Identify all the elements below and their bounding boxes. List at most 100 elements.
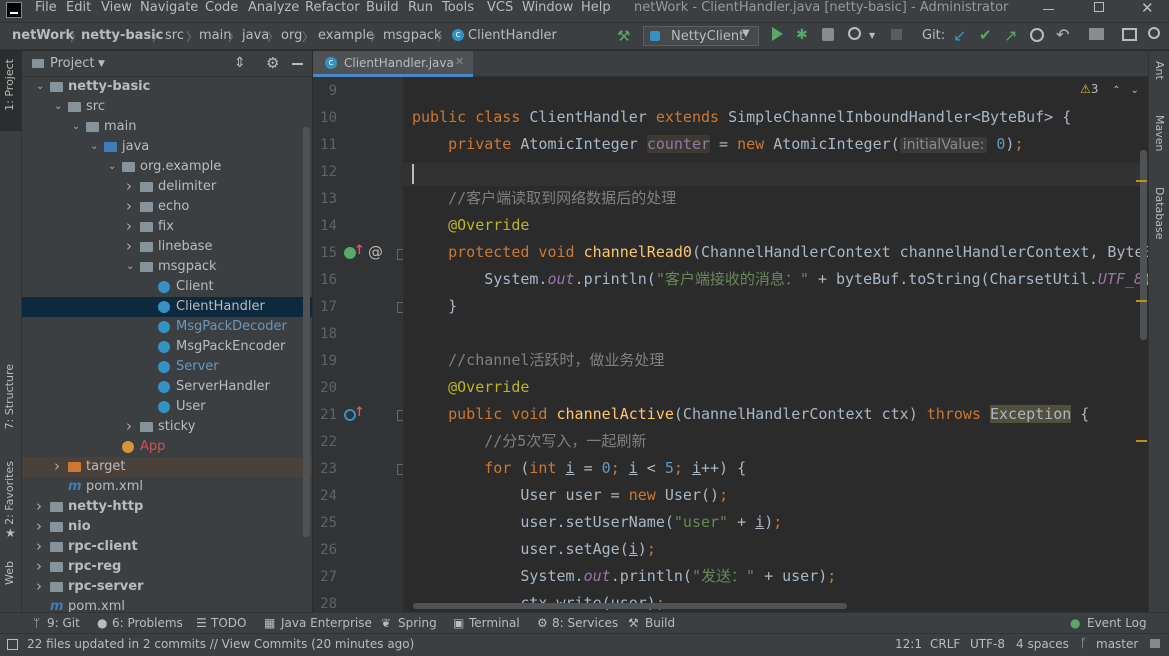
tree-item[interactable]: ⌄ msgpack <box>22 257 312 277</box>
history-icon[interactable] <box>1030 28 1044 42</box>
tree-item[interactable]: ⌄ netty-basic <box>22 77 312 97</box>
menu-run[interactable]: Run <box>408 0 433 16</box>
breadcrumb-project[interactable]: netWork <box>12 28 74 43</box>
chevron-down-icon[interactable]: ⌄ <box>90 137 98 157</box>
tree-item[interactable]: › rpc-server <box>22 577 312 597</box>
menu-window[interactable]: Window <box>522 0 573 16</box>
chevron-right-icon[interactable]: › <box>126 176 132 196</box>
structure-tool-label[interactable]: 7: Structure <box>3 364 16 429</box>
file-encoding[interactable]: UTF-8 <box>970 637 1005 651</box>
tree-item[interactable]: › target <box>22 457 312 477</box>
breadcrumb-java[interactable]: java <box>242 28 269 43</box>
maven-tool-label[interactable]: Maven <box>1153 115 1166 151</box>
tree-item[interactable]: › nio <box>22 517 312 537</box>
stop-icon[interactable] <box>891 29 902 40</box>
chevron-down-icon[interactable]: ⌄ <box>54 97 62 117</box>
editor-tab-active[interactable]: c ClientHandler.java ✕ <box>313 51 473 77</box>
tree-item[interactable]: m pom.xml <box>22 477 312 497</box>
chevron-right-icon[interactable]: › <box>36 516 42 536</box>
menu-navigate[interactable]: Navigate <box>140 0 198 16</box>
menu-tools[interactable]: Tools <box>442 0 474 16</box>
tree-item[interactable]: m pom.xml <box>22 597 312 612</box>
tree-item[interactable]: App <box>22 437 312 457</box>
breadcrumb-msgpack[interactable]: msgpack <box>383 28 442 43</box>
database-tool-label[interactable]: Database <box>1153 187 1166 240</box>
favorites-tool-label[interactable]: 2: Favorites <box>3 461 16 525</box>
tree-item[interactable]: › echo <box>22 197 312 217</box>
coverage-icon[interactable] <box>822 28 834 41</box>
tree-item[interactable]: ClientHandler <box>22 297 312 317</box>
chevron-right-icon[interactable]: › <box>36 576 42 596</box>
tree-item[interactable]: › rpc-client <box>22 537 312 557</box>
minimize-icon[interactable] <box>1043 9 1054 10</box>
chevron-down-icon[interactable]: ⌄ <box>36 77 44 97</box>
chevron-down-icon[interactable]: ⌄ <box>72 117 80 137</box>
tree-item[interactable]: › fix <box>22 217 312 237</box>
tree-item[interactable]: › delimiter <box>22 177 312 197</box>
close-icon[interactable]: ✕ <box>1141 0 1154 17</box>
layout-icon[interactable] <box>1122 28 1137 41</box>
chevron-down-icon[interactable]: ⌄ <box>108 157 116 177</box>
line-separator[interactable]: CRLF <box>930 637 960 651</box>
tree-item[interactable]: ⌄ src <box>22 97 312 117</box>
tree-item[interactable]: ⌄ java <box>22 137 312 157</box>
run-config-select[interactable]: NettyClient ▼ <box>643 26 759 46</box>
web-tool-label[interactable]: Web <box>3 561 16 585</box>
tree-item[interactable]: › sticky <box>22 417 312 437</box>
run-icon[interactable] <box>772 27 783 41</box>
menu-refactor[interactable]: Refactor <box>305 0 360 16</box>
git-update-icon[interactable]: ↙ <box>953 26 966 45</box>
menu-code[interactable]: Code <box>205 0 238 16</box>
close-tab-icon[interactable]: ✕ <box>455 55 464 68</box>
indent-setting[interactable]: 4 spaces <box>1016 637 1069 651</box>
caret-position[interactable]: 12:1 <box>895 637 922 651</box>
project-tool-label[interactable]: 1: Project <box>3 59 16 111</box>
rollback-icon[interactable]: ↶ <box>1056 25 1069 44</box>
chevron-right-icon[interactable]: › <box>126 416 132 436</box>
chevron-down-icon[interactable]: ⌄ <box>1130 85 1138 96</box>
maximize-icon[interactable] <box>1094 2 1104 12</box>
java-enterprise-tool-tab[interactable]: Java Enterprise <box>281 616 372 630</box>
editor-vertical-scrollbar[interactable] <box>1140 150 1147 340</box>
terminal-tool-tab[interactable]: Terminal <box>469 616 520 630</box>
project-structure-icon[interactable] <box>1089 28 1104 40</box>
tree-item[interactable]: MsgPackEncoder <box>22 337 312 357</box>
chevron-right-icon[interactable]: › <box>36 496 42 516</box>
todo-tool-tab[interactable]: TODO <box>211 616 246 630</box>
chevron-right-icon[interactable]: › <box>36 556 42 576</box>
git-commit-icon[interactable]: ✔ <box>979 26 992 44</box>
chevron-right-icon[interactable]: › <box>126 236 132 256</box>
git-tool-tab[interactable]: 9: Git <box>47 616 80 630</box>
gear-icon[interactable]: ⚙ <box>266 54 279 72</box>
tree-item[interactable]: MsgPackDecoder <box>22 317 312 337</box>
menu-help[interactable]: Help <box>581 0 611 16</box>
project-tree-scrollbar[interactable] <box>303 127 310 537</box>
project-view-label[interactable]: Project <box>50 56 94 71</box>
breadcrumb-org[interactable]: org <box>281 28 302 43</box>
menu-view[interactable]: View <box>101 0 132 16</box>
chevron-down-icon[interactable]: ⌄ <box>126 257 134 277</box>
chevron-right-icon[interactable]: › <box>126 196 132 216</box>
breadcrumb-class[interactable]: ClientHandler <box>468 28 557 43</box>
breadcrumb-module[interactable]: netty-basic <box>81 28 163 43</box>
breadcrumb-src[interactable]: src <box>165 28 184 43</box>
tree-item[interactable]: Server <box>22 357 312 377</box>
tree-item[interactable]: › linebase <box>22 237 312 257</box>
menu-build[interactable]: Build <box>366 0 399 16</box>
spring-tool-tab[interactable]: Spring <box>398 616 437 630</box>
tree-item[interactable]: › netty-http <box>22 497 312 517</box>
services-tool-tab[interactable]: 8: Services <box>552 616 618 630</box>
code-editor[interactable]: public class ClientHandler extends Simpl… <box>403 77 1148 612</box>
menu-analyze[interactable]: Analyze <box>248 0 299 16</box>
override-annotation-icon[interactable]: @ <box>368 243 383 261</box>
tree-item[interactable]: ServerHandler <box>22 377 312 397</box>
breadcrumb-main[interactable]: main <box>199 28 231 43</box>
hide-panel-icon[interactable] <box>292 63 303 65</box>
chevron-down-icon[interactable]: ▼ <box>98 59 105 69</box>
git-branch[interactable]: master <box>1096 637 1138 651</box>
tree-item[interactable]: Client <box>22 277 312 297</box>
chevron-right-icon[interactable]: › <box>54 456 60 476</box>
tree-item[interactable]: ⌄ org.example <box>22 157 312 177</box>
chevron-up-icon[interactable]: ⌃ <box>1112 85 1120 96</box>
collapse-all-icon[interactable]: ⇕ <box>234 55 246 71</box>
